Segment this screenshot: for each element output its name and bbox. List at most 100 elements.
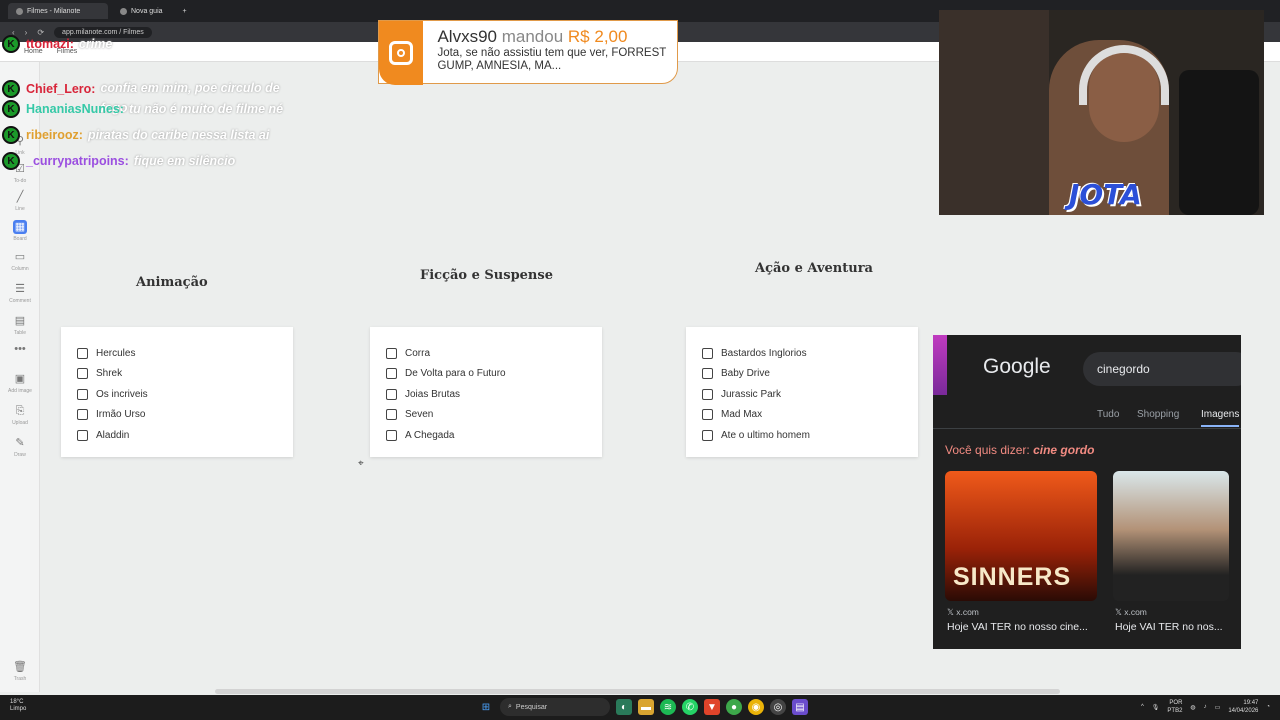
image-result-person[interactable]: [1113, 471, 1229, 601]
windows-start-icon[interactable]: ⊞: [478, 699, 494, 715]
todo-card-ficcao[interactable]: Corra De Volta para o Futuro Joias Bruta…: [370, 327, 602, 457]
chat-username: ribeirooz:: [26, 128, 83, 142]
donation-amount: R$ 2,00: [567, 27, 628, 46]
google-logo[interactable]: Google: [983, 355, 1051, 379]
checkbox[interactable]: [386, 347, 397, 359]
sidebar-item-board[interactable]: ▦ Board: [0, 220, 40, 242]
todo-item[interactable]: Seven: [386, 405, 602, 426]
streamer-logo: JOTA: [1069, 178, 1142, 211]
checkbox[interactable]: [386, 429, 397, 441]
todo-item[interactable]: De Volta para o Futuro: [386, 364, 602, 385]
did-you-mean: Você quis dizer: cine gordo: [945, 443, 1095, 457]
sidebar-item-more[interactable]: •••: [0, 342, 40, 358]
todo-card-animacao[interactable]: Hercules Shrek Os incriveis Irmão Urso A…: [61, 327, 293, 457]
folder-icon[interactable]: ▬: [638, 699, 654, 715]
battery-icon[interactable]: ▭: [1215, 704, 1221, 711]
todo-item[interactable]: Joias Brutas: [386, 384, 602, 405]
whatsapp-icon[interactable]: ✆: [682, 699, 698, 715]
weather-widget[interactable]: 18°C Limpo: [10, 699, 26, 713]
todo-item[interactable]: Bastardos Inglorios: [702, 343, 918, 364]
checkbox[interactable]: [77, 429, 88, 441]
chat-text: crime: [78, 37, 113, 51]
new-tab-button[interactable]: +: [175, 3, 195, 19]
spotify-icon[interactable]: ≋: [660, 699, 676, 715]
todo-item[interactable]: Os incriveis: [77, 384, 293, 405]
todo-item[interactable]: Corra: [386, 343, 602, 364]
sidebar-item-add-image[interactable]: ▣ Add image: [0, 372, 40, 394]
tab-shopping[interactable]: Shopping: [1137, 409, 1179, 420]
column-title-animacao[interactable]: Animação: [136, 275, 208, 290]
todo-item[interactable]: Aladdin: [77, 425, 293, 446]
trash-icon: 🗑: [13, 661, 27, 673]
browser-tab-label: Nova guia: [131, 7, 163, 15]
sidebar-item-table[interactable]: ▤ Table: [0, 314, 40, 336]
todo-item[interactable]: Mad Max: [702, 405, 918, 426]
todo-item[interactable]: Hercules: [77, 343, 293, 364]
volume-icon[interactable]: ♪: [1204, 704, 1207, 710]
sidebar-item-trash[interactable]: 🗑 Trash: [0, 660, 40, 682]
column-icon: ▭: [14, 251, 26, 263]
chat-text: fique em silêncio: [133, 154, 236, 168]
milanote-favicon-icon: [16, 7, 23, 15]
image-result-sinners[interactable]: SINNERS: [945, 471, 1097, 601]
chrome-icon[interactable]: ◉: [748, 699, 764, 715]
column-title-ficcao[interactable]: Ficção e Suspense: [420, 268, 553, 283]
clock[interactable]: 19:47 14/04/2026: [1228, 699, 1258, 715]
poster-title: SINNERS: [953, 563, 1072, 591]
column-title-acao[interactable]: Ação e Aventura: [755, 261, 873, 276]
image-icon: ▣: [14, 373, 26, 385]
checkbox[interactable]: [702, 347, 713, 359]
chevron-up-icon[interactable]: ^: [1141, 704, 1144, 710]
browser-tab-new[interactable]: Nova guia: [112, 3, 171, 19]
todo-item[interactable]: A Chegada: [386, 425, 602, 446]
result-source: 𝕏 x.com: [1115, 607, 1147, 617]
tab-imagens[interactable]: Imagens: [1201, 409, 1240, 427]
sidebar-item-upload[interactable]: ⎘ Upload: [0, 404, 40, 426]
obs-icon[interactable]: ◎: [770, 699, 786, 715]
todo-item[interactable]: Shrek: [77, 364, 293, 385]
checkbox[interactable]: [77, 409, 88, 421]
sidebar-item-line[interactable]: ╱ Line: [0, 190, 40, 212]
checkbox[interactable]: [77, 388, 88, 400]
wifi-icon[interactable]: ◍: [1190, 704, 1195, 711]
checkbox[interactable]: [702, 429, 713, 441]
did-you-mean-link[interactable]: cine gordo: [1033, 443, 1094, 457]
brave-icon[interactable]: ▼: [704, 699, 720, 715]
comment-icon: ☰: [15, 283, 25, 295]
google-search-input[interactable]: cinegordo: [1083, 352, 1241, 386]
language-indicator[interactable]: POR PTB2: [1167, 699, 1182, 715]
todo-item[interactable]: Baby Drive: [702, 364, 918, 385]
app-purple-icon[interactable]: ▤: [792, 699, 808, 715]
checkbox[interactable]: [702, 388, 713, 400]
sidebar-item-column[interactable]: ▭ Column: [0, 250, 40, 272]
sidebar-item-draw[interactable]: ✎ Draw: [0, 436, 40, 458]
more-icon: •••: [14, 343, 26, 355]
checkbox[interactable]: [702, 409, 713, 421]
app-icon[interactable]: ◐: [616, 699, 632, 715]
checkbox[interactable]: [386, 388, 397, 400]
app-green-icon[interactable]: ●: [726, 699, 742, 715]
accent-strip: [933, 335, 947, 395]
background-shelf: [939, 10, 1049, 215]
todo-item[interactable]: Jurassic Park: [702, 384, 918, 405]
checkbox[interactable]: [77, 368, 88, 380]
sidebar-item-comment[interactable]: ☰ Comment: [0, 282, 40, 304]
todo-item[interactable]: Ate o ultimo homem: [702, 425, 918, 446]
result-caption[interactable]: Hoje VAI TER no nosso cine...: [947, 621, 1097, 633]
notification-icon[interactable]: ◔: [1266, 704, 1270, 710]
todo-item[interactable]: Irmão Urso: [77, 405, 293, 426]
browser-tab-milanote[interactable]: Filmes - Milanote: [8, 3, 108, 19]
checkbox[interactable]: [386, 409, 397, 421]
donation-logo-icon: [379, 21, 424, 85]
horizontal-scrollbar[interactable]: [215, 689, 1060, 694]
result-caption[interactable]: Hoje VAI TER no nos...: [1115, 621, 1230, 633]
taskbar-search[interactable]: ⌕ Pesquisar: [500, 698, 610, 716]
google-search-panel: Google cinegordo Tudo Shopping Imagens V…: [933, 335, 1241, 649]
chat-username: HananiasNunes:: [26, 102, 124, 116]
tab-tudo[interactable]: Tudo: [1097, 409, 1119, 420]
checkbox[interactable]: [77, 347, 88, 359]
checkbox[interactable]: [702, 368, 713, 380]
todo-card-acao[interactable]: Bastardos Inglorios Baby Drive Jurassic …: [686, 327, 918, 457]
mic-icon[interactable]: 🎙: [1152, 704, 1160, 711]
checkbox[interactable]: [386, 368, 397, 380]
